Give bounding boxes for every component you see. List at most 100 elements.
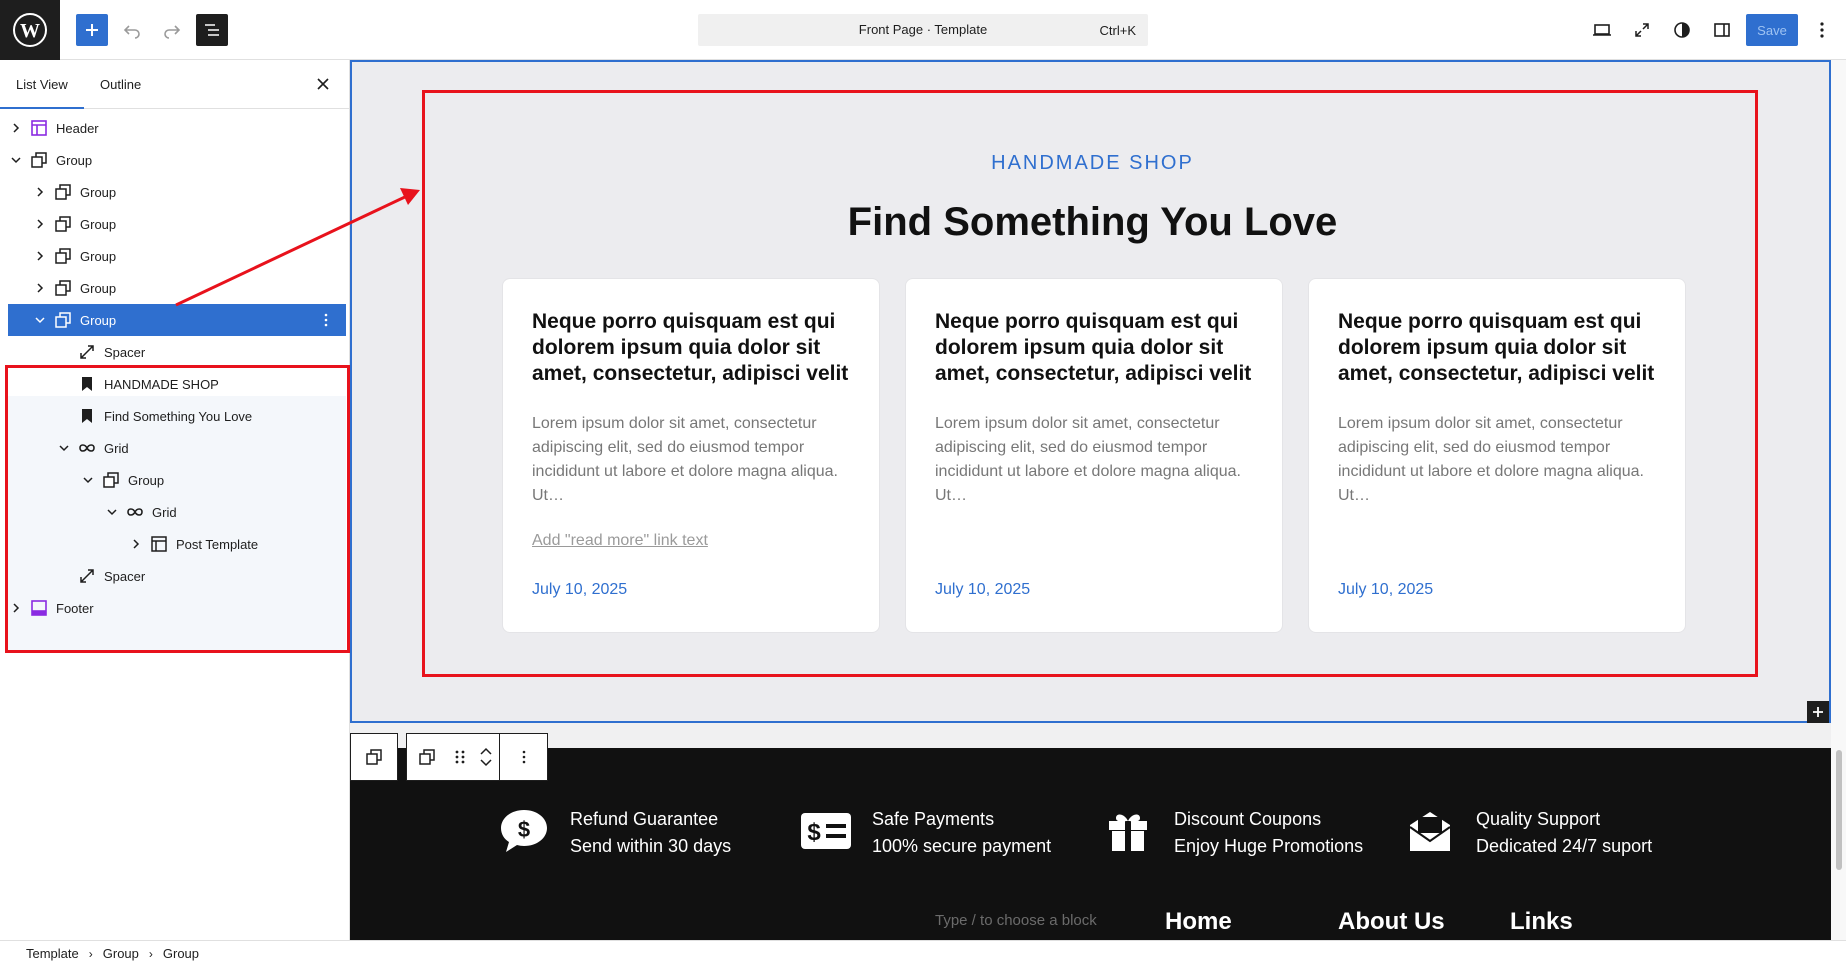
list-item-post-template[interactable]: Post Template bbox=[8, 528, 346, 560]
list-item-label: Group bbox=[56, 152, 93, 168]
list-item-grid[interactable]: Grid bbox=[8, 432, 346, 464]
drag-handle[interactable] bbox=[447, 734, 473, 780]
list-view-icon bbox=[205, 24, 219, 36]
list-item-grid[interactable]: Grid bbox=[8, 496, 346, 528]
select-parent-button[interactable] bbox=[350, 733, 398, 781]
footer-heading[interactable]: Links bbox=[1510, 908, 1573, 936]
block-options-button[interactable] bbox=[499, 734, 547, 780]
chevron-down-icon[interactable] bbox=[80, 472, 96, 488]
selected-group-block[interactable]: HANDMADE SHOP Find Something You Love Ne… bbox=[350, 60, 1831, 723]
list-item-spacer[interactable]: Spacer bbox=[8, 560, 346, 592]
block-breadcrumb: Template › Group › Group bbox=[0, 940, 1846, 966]
block-controls bbox=[406, 733, 548, 781]
chevron-right-icon[interactable] bbox=[32, 280, 48, 296]
feature-title: Discount Coupons bbox=[1174, 809, 1322, 829]
svg-text:W: W bbox=[20, 20, 40, 42]
feature-item[interactable]: Discount Coupons Enjoy Huge Promotions bbox=[1100, 806, 1363, 860]
feature-item[interactable]: $ Refund Guarantee Send within 30 days bbox=[496, 806, 731, 860]
fullscreen-icon bbox=[1635, 23, 1649, 37]
device-preview-button[interactable] bbox=[1586, 14, 1618, 46]
list-item-label: Group bbox=[128, 472, 165, 488]
footer-features-block[interactable]: $ Refund Guarantee Send within 30 days $… bbox=[350, 748, 1831, 940]
feature-title: Quality Support bbox=[1476, 809, 1601, 829]
wordpress-logo-button[interactable]: W bbox=[0, 0, 60, 60]
block-inserter-button[interactable] bbox=[76, 14, 108, 46]
plus-icon bbox=[1813, 707, 1823, 717]
list-item-label: Footer bbox=[56, 600, 94, 616]
feature-item[interactable]: Quality Support Dedicated 24/7 suport bbox=[1402, 806, 1652, 860]
list-item-label: Group bbox=[80, 312, 117, 328]
chevron-down-icon[interactable] bbox=[8, 152, 24, 168]
document-overview-button[interactable] bbox=[196, 14, 228, 46]
drag-handle-icon bbox=[455, 750, 465, 764]
list-item-label: Grid bbox=[152, 504, 177, 520]
footer-heading[interactable]: Home bbox=[1165, 908, 1232, 936]
list-item-header[interactable]: Header bbox=[8, 112, 346, 144]
chevron-down-icon[interactable] bbox=[56, 440, 72, 456]
fullscreen-button[interactable] bbox=[1626, 14, 1658, 46]
list-item-label: Find Something You Love bbox=[104, 408, 253, 424]
feature-item[interactable]: $ Safe Payments 100% secure payment bbox=[798, 806, 1051, 860]
chevron-down-icon[interactable] bbox=[32, 312, 48, 328]
close-sidebar-button[interactable] bbox=[313, 74, 333, 94]
list-item-spacer[interactable]: Spacer bbox=[8, 336, 346, 368]
block-appender-placeholder[interactable]: Type / to choose a block bbox=[935, 912, 1097, 929]
list-item-group[interactable]: Group bbox=[8, 176, 346, 208]
list-item-heading[interactable]: Find Something You Love bbox=[8, 400, 346, 432]
query-loop-icon bbox=[78, 439, 96, 457]
breadcrumb-item[interactable]: Group bbox=[103, 946, 139, 961]
desktop-icon bbox=[1593, 24, 1611, 36]
footer-heading[interactable]: About Us bbox=[1338, 908, 1445, 936]
chevron-right-icon[interactable] bbox=[32, 184, 48, 200]
move-buttons[interactable] bbox=[473, 734, 499, 780]
breadcrumb-item[interactable]: Group bbox=[163, 946, 199, 961]
block-options-button[interactable] bbox=[318, 312, 334, 328]
group-icon bbox=[366, 749, 382, 765]
feature-subtitle: Send within 30 days bbox=[570, 836, 732, 856]
list-item-label: Group bbox=[80, 248, 117, 264]
list-item-group[interactable]: Group bbox=[8, 144, 346, 176]
chevron-down-icon[interactable] bbox=[480, 757, 492, 767]
save-button[interactable]: Save bbox=[1746, 14, 1798, 46]
list-item-group[interactable]: Group bbox=[8, 464, 346, 496]
chevron-right-icon[interactable] bbox=[128, 536, 144, 552]
chevron-right-icon[interactable] bbox=[8, 120, 24, 136]
block-type-button[interactable] bbox=[407, 734, 447, 780]
editor-top-toolbar: W Front Page · Template Ctrl+K Save bbox=[0, 0, 1846, 60]
list-item-heading[interactable]: HANDMADE SHOP bbox=[8, 368, 346, 400]
close-icon bbox=[317, 78, 329, 90]
settings-panel-button[interactable] bbox=[1706, 14, 1738, 46]
styles-button[interactable] bbox=[1666, 14, 1698, 46]
sidebar-icon bbox=[1714, 23, 1730, 37]
chevron-right-icon[interactable] bbox=[8, 600, 24, 616]
chevron-right-icon[interactable] bbox=[32, 216, 48, 232]
block-toolbar bbox=[350, 733, 548, 781]
payment-card-icon: $ bbox=[798, 806, 854, 856]
undo-button[interactable] bbox=[116, 14, 148, 46]
chevron-up-icon[interactable] bbox=[480, 747, 492, 757]
list-item-group[interactable]: Group bbox=[8, 240, 346, 272]
tab-list-view[interactable]: List View bbox=[0, 60, 84, 109]
list-item-group-selected[interactable]: Group bbox=[8, 304, 346, 336]
command-palette-bar[interactable]: Front Page · Template Ctrl+K bbox=[698, 14, 1148, 46]
list-item-label: Group bbox=[80, 280, 117, 296]
chevron-down-icon[interactable] bbox=[104, 504, 120, 520]
list-item-group[interactable]: Group bbox=[8, 208, 346, 240]
list-item-group[interactable]: Group bbox=[8, 272, 346, 304]
feature-title: Safe Payments bbox=[872, 809, 995, 829]
tab-outline[interactable]: Outline bbox=[84, 60, 157, 109]
chevron-right-icon[interactable] bbox=[32, 248, 48, 264]
redo-icon bbox=[164, 25, 181, 39]
spacer-icon bbox=[78, 567, 96, 585]
bookmark-icon bbox=[78, 375, 96, 393]
breadcrumb-item[interactable]: Template bbox=[26, 946, 79, 961]
list-item-footer[interactable]: Footer bbox=[8, 592, 346, 624]
group-icon bbox=[54, 215, 72, 233]
canvas-scrollbar-thumb[interactable] bbox=[1836, 750, 1842, 870]
dollar-chat-icon: $ bbox=[496, 806, 552, 856]
bookmark-icon bbox=[78, 407, 96, 425]
group-icon bbox=[102, 471, 120, 489]
redo-button[interactable] bbox=[156, 14, 188, 46]
options-menu-button[interactable] bbox=[1806, 14, 1838, 46]
append-block-button[interactable] bbox=[1807, 701, 1829, 723]
